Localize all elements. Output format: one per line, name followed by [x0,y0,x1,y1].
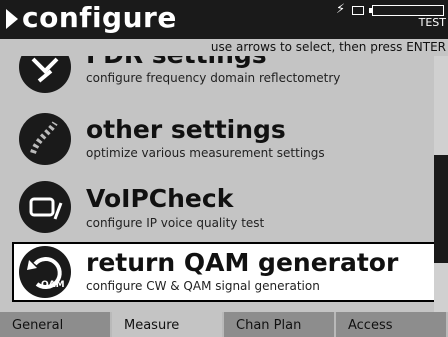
tab-chan-plan[interactable]: Chan Plan [224,312,336,337]
play-arrow-icon [6,9,18,29]
list-item-qam-generator[interactable]: QAM return QAM generator configure CW & … [12,242,436,302]
tab-general[interactable]: General [0,312,112,337]
item-name: return QAM generator [86,248,399,277]
lightning-icon: ⚡ [336,2,346,17]
header-bar: configure ⚡ TEST [0,0,448,39]
list-item-fdr-settings[interactable]: FDR settings configure frequency domain … [14,56,434,96]
phone-icon [19,181,71,233]
item-name: other settings [86,115,286,144]
return-arrow-icon: QAM [19,246,71,298]
status-text: TEST [418,16,446,29]
scrollbar-thumb[interactable] [434,155,448,263]
item-name: VoIPCheck [86,184,234,213]
plug-icon [352,6,364,15]
list-item-other-settings[interactable]: other settings optimize various measurem… [14,108,434,170]
item-desc: configure CW & QAM signal generation [86,279,320,293]
hint-text: use arrows to select, then press ENTER [210,40,446,54]
spiral-icon [19,113,71,165]
fdr-icon [19,56,71,93]
tab-bar: General Measure Chan Plan Access [0,312,448,337]
tab-measure[interactable]: Measure [112,312,224,337]
item-desc: configure IP voice quality test [86,216,265,230]
item-desc: configure frequency domain reflectometry [86,71,341,85]
battery-icon [369,5,444,16]
settings-list: FDR settings configure frequency domain … [0,56,448,312]
list-item-voipcheck[interactable]: VoIPCheck configure IP voice quality tes… [14,176,434,238]
qam-icon-label: QAM [41,280,65,290]
status-area: ⚡ TEST [328,2,448,29]
item-desc: optimize various measurement settings [86,146,325,160]
item-name: FDR settings [86,56,267,69]
page-title: configure [22,1,177,34]
tab-access[interactable]: Access [336,312,448,337]
